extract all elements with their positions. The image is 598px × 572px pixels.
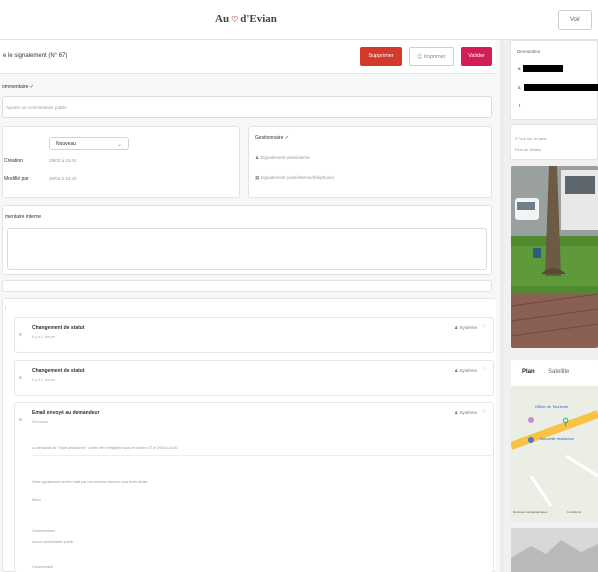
history-marker: ¦ xyxy=(5,305,7,310)
status-card: Nouveau ⌄ Création 29/03 à 15:42 Modifié… xyxy=(2,126,240,198)
history-title: Email envoyé au demandeur xyxy=(32,410,100,416)
right-panel: Demandeur a a t ⚲ Voir sur la carte Plus… xyxy=(504,40,598,572)
service-line-2-text: Signalement (web/interne/téléphone) xyxy=(260,175,335,180)
print-label: Imprimer xyxy=(423,54,446,60)
status-value: Nouveau xyxy=(56,141,77,147)
map-tab-plan[interactable]: Plan xyxy=(522,369,535,375)
history-author-name: Système xyxy=(459,325,477,330)
map-tab-satellite[interactable]: Satellite xyxy=(548,369,569,375)
history-author-name: Système xyxy=(459,368,477,373)
history-subtitle: Il y a 1 heure xyxy=(32,334,56,339)
divider-bar xyxy=(2,280,492,292)
address-card: ⚲ Voir sur la carte Plus de détails xyxy=(510,124,598,160)
service-line-1-text: Signalement web/interne xyxy=(260,155,310,160)
comments-title: ommentaire ✓ xyxy=(2,84,34,90)
created-value: 29/03 à 15:42 xyxy=(49,158,77,163)
redacted-email xyxy=(524,84,598,91)
service-title: Gestionnaire ✓ xyxy=(255,135,289,141)
map-footer-terms[interactable]: Conditions xyxy=(567,510,581,514)
main-panel: e le signalement (N° 67) Supprimer ⎙ Impr… xyxy=(0,40,500,572)
timeline-dot xyxy=(19,333,22,336)
report-photo[interactable] xyxy=(511,166,598,348)
requester-prefix: a xyxy=(518,85,521,90)
history-author-name: Système xyxy=(459,410,477,415)
print-icon: ⎙ xyxy=(417,54,422,60)
service-line-2: ▦ Signalement (web/interne/téléphone) xyxy=(255,175,334,181)
internal-comment-card: mentaire interne xyxy=(2,205,492,275)
history-subtitle: Il y a 1 heure xyxy=(32,377,56,382)
map-label-2: Nouvelle résidence xyxy=(540,436,575,441)
history-item: Changement de statut Il y a 1 heure ♟ Sy… xyxy=(14,360,494,396)
address-line-2[interactable]: Plus de détails xyxy=(515,147,541,152)
delete-button[interactable]: Supprimer xyxy=(360,47,402,66)
folder-icon: ▦ xyxy=(255,175,260,180)
internal-comment-input[interactable] xyxy=(7,228,487,270)
map-pin-icon: ⚲ xyxy=(515,136,518,141)
email-divider xyxy=(32,455,492,456)
print-button[interactable]: ⎙ Imprimer xyxy=(409,47,454,66)
top-right-button[interactable]: Voir xyxy=(558,10,592,30)
flag-icon[interactable]: ⚐ xyxy=(483,367,487,373)
public-comment-placeholder: Ajouter un commentaire public xyxy=(6,105,67,110)
history-title: Changement de statut xyxy=(32,325,85,331)
modified-value: 29/03 à 15:42 xyxy=(49,176,77,181)
satellite-shape xyxy=(511,540,598,572)
history-title: Changement de statut xyxy=(32,368,85,374)
user-icon: ♟ xyxy=(454,325,459,330)
requester-prefix: a xyxy=(518,66,521,71)
email-body-line: La demande de "Objet abandonné " a bien … xyxy=(32,446,179,450)
redacted-name xyxy=(523,65,563,72)
address-line-1[interactable]: ⚲ Voir sur la carte xyxy=(515,136,547,141)
location-map[interactable]: Plan Satellite Office de Tourisme ⚲ Nouv… xyxy=(511,360,598,522)
email-body-line: Aucun commentaire public xyxy=(32,540,74,544)
top-bar: Au ♡ d'Evian Voir xyxy=(0,0,598,40)
brand-logo[interactable]: Au ♡ d'Evian xyxy=(215,13,277,25)
user-icon: ♟ xyxy=(255,155,260,160)
heart-icon: ♡ xyxy=(231,15,239,24)
user-icon: ♟ xyxy=(454,410,459,415)
history-subtitle: Nouveau xyxy=(32,419,49,424)
history-author: ♟ Système xyxy=(454,410,477,416)
modified-label: Modifié par xyxy=(4,176,29,182)
timeline-dot xyxy=(19,418,22,421)
chevron-down-icon: ⌄ xyxy=(116,142,122,148)
map-footer: Données cartographiques xyxy=(513,510,548,514)
map-label-1: Office de Tourisme xyxy=(535,404,569,409)
user-icon: ♟ xyxy=(454,368,459,373)
history-author: ♟ Système xyxy=(454,325,477,331)
status-select[interactable]: Nouveau ⌄ xyxy=(49,137,129,150)
service-card: Gestionnaire ✓ ♟ Signalement web/interne… xyxy=(248,126,492,198)
created-label: Création xyxy=(4,158,23,164)
flag-icon[interactable]: ⚐ xyxy=(483,324,487,330)
map-satellite-preview xyxy=(511,528,598,572)
history-item-email: Email envoyé au demandeur Nouveau ♟ Syst… xyxy=(14,402,494,572)
validate-button[interactable]: Valider xyxy=(461,47,492,66)
history-item: Changement de statut Il y a 1 heure ♟ Sy… xyxy=(14,317,494,353)
flag-icon[interactable]: ⚐ xyxy=(483,409,487,415)
email-body-line: Merci xyxy=(32,498,41,502)
public-comment-input[interactable]: Ajouter un commentaire public xyxy=(2,96,492,118)
requester-title: Demandeur xyxy=(517,49,541,54)
map-pin-icon: ⚲ xyxy=(562,417,570,428)
brand-right: d'Evian xyxy=(240,13,277,25)
history-author: ♟ Système xyxy=(454,368,477,374)
report-header: e le signalement (N° 67) Supprimer ⎙ Impr… xyxy=(0,40,496,74)
page-title: e le signalement (N° 67) xyxy=(3,53,68,59)
requester-card: Demandeur a a t xyxy=(510,40,598,120)
requester-prefix: t xyxy=(519,103,521,108)
service-line-1: ♟ Signalement web/interne xyxy=(255,155,310,161)
timeline-dot xyxy=(19,376,22,379)
brand-left: Au xyxy=(215,13,230,25)
photo-illustration xyxy=(511,166,598,348)
internal-comment-title: mentaire interne xyxy=(5,214,42,220)
email-body-line: Commentaires xyxy=(32,529,55,533)
email-body-line: Commentaire xyxy=(32,565,54,569)
email-body-line: Votre signalement va être traité par nos… xyxy=(32,480,149,484)
address-line-1-text: Voir sur la carte xyxy=(519,136,547,141)
